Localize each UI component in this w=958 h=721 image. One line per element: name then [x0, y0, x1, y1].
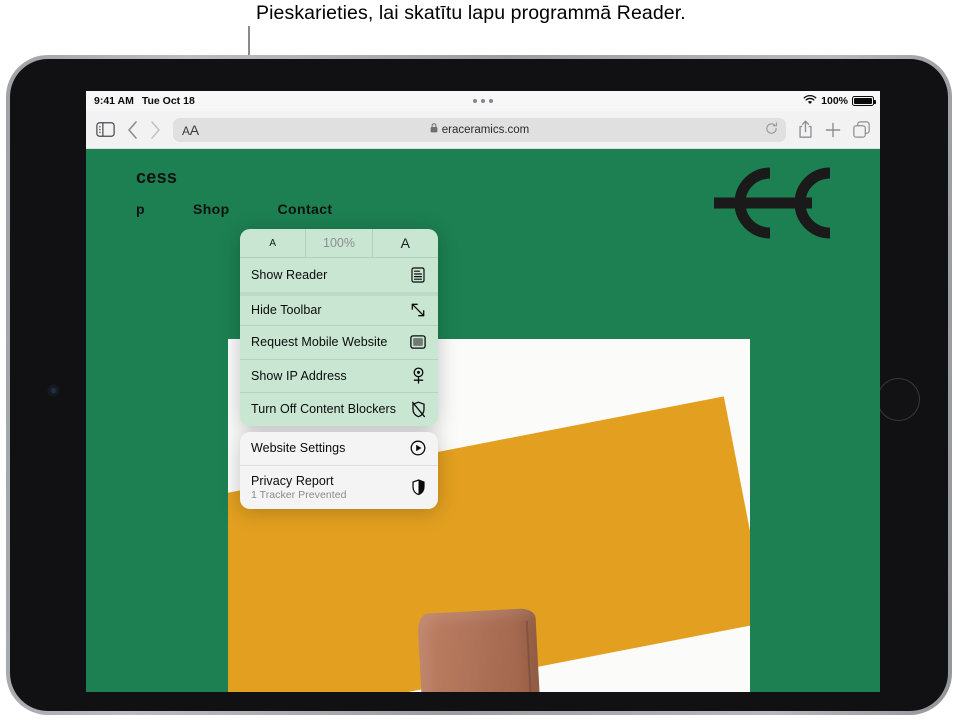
privacy-shield-icon	[409, 479, 427, 497]
status-bar-left: 9:41 AM Tue Oct 18	[94, 95, 195, 107]
web-page: cess p Shop Contact A 100% A Show Reader…	[86, 149, 880, 692]
content-blocker-off-icon	[409, 400, 427, 418]
zoom-increase-button[interactable]: A	[371, 229, 438, 257]
annotation-caption: Pieskarieties, lai skatītu lapu programm…	[256, 2, 686, 24]
zoom-controls-row: A 100% A	[240, 229, 438, 258]
reader-icon	[409, 266, 427, 284]
multitask-dots-icon[interactable]	[473, 99, 493, 103]
safari-toolbar: AA eraceramics.com	[86, 111, 880, 149]
url-bar[interactable]: AA eraceramics.com	[173, 117, 786, 142]
menu-item-label-block: Privacy Report 1 Tracker Prevented	[251, 474, 409, 501]
tabs-icon[interactable]	[853, 121, 870, 138]
status-date: Tue Oct 18	[141, 95, 195, 107]
url-text: eraceramics.com	[441, 123, 530, 136]
menu-item-show-ip-address[interactable]: Show IP Address	[240, 358, 438, 393]
wifi-icon	[803, 94, 817, 108]
page-header: cess p Shop Contact	[86, 149, 880, 259]
menu-item-website-settings[interactable]: Website Settings	[240, 432, 438, 466]
menu-item-label: Show Reader	[251, 267, 328, 282]
menu-item-privacy-report[interactable]: Privacy Report 1 Tracker Prevented	[240, 465, 438, 509]
url-display: eraceramics.com	[173, 123, 786, 136]
menu-item-show-reader[interactable]: Show Reader	[240, 258, 438, 292]
status-bar: 9:41 AM Tue Oct 18 100%	[86, 91, 880, 111]
website-settings-icon	[409, 439, 427, 457]
site-nav: p Shop Contact	[136, 201, 332, 217]
mobile-website-icon	[409, 333, 427, 351]
nav-item-contact[interactable]: Contact	[278, 201, 333, 217]
menu-item-label: Hide Toolbar	[251, 303, 322, 318]
privacy-report-subtitle: 1 Tracker Prevented	[251, 489, 347, 501]
menu-item-label: Website Settings	[251, 441, 346, 456]
chevron-right-icon[interactable]	[150, 120, 161, 139]
nav-item-partial[interactable]: p	[136, 201, 145, 217]
menu-item-hide-toolbar[interactable]: Hide Toolbar	[240, 291, 438, 326]
page-heading: cess	[136, 167, 178, 187]
ip-address-icon	[409, 367, 427, 385]
ipad-screen: 9:41 AM Tue Oct 18 100% AA eraceramics.c…	[86, 91, 880, 692]
aa-popover-menu: A 100% A Show Reader Hide Toolbar Reques…	[240, 229, 438, 509]
plus-icon[interactable]	[825, 122, 841, 138]
sidebar-icon[interactable]	[96, 122, 115, 137]
hide-toolbar-icon	[409, 301, 427, 319]
status-bar-right: 100%	[803, 94, 877, 108]
aa-menu-green-group: A 100% A Show Reader Hide Toolbar Reques…	[240, 229, 438, 426]
ipad-device: 9:41 AM Tue Oct 18 100% AA eraceramics.c…	[6, 55, 952, 715]
privacy-report-title: Privacy Report	[251, 474, 334, 488]
aa-button[interactable]: AA	[182, 122, 199, 138]
home-button[interactable]	[877, 378, 920, 421]
ipad-bezel: 9:41 AM Tue Oct 18 100% AA eraceramics.c…	[10, 59, 948, 711]
reload-icon[interactable]	[765, 121, 778, 138]
menu-item-label: Request Mobile Website	[251, 335, 388, 350]
zoom-percent-label[interactable]: 100%	[305, 229, 371, 257]
lock-icon	[430, 123, 438, 136]
status-time: 9:41 AM	[94, 95, 134, 107]
menu-item-turn-off-content-blockers[interactable]: Turn Off Content Blockers	[240, 392, 438, 426]
battery-percent: 100%	[821, 95, 848, 107]
menu-item-label: Turn Off Content Blockers	[251, 402, 397, 417]
nav-item-shop[interactable]: Shop	[193, 201, 230, 217]
menu-item-label: Show IP Address	[251, 368, 347, 383]
aa-menu-grey-group: Website Settings Privacy Report 1 Tracke…	[240, 431, 438, 509]
chevron-left-icon[interactable]	[127, 120, 138, 139]
share-icon[interactable]	[798, 120, 813, 139]
screenshot-root: Pieskarieties, lai skatītu lapu programm…	[0, 0, 958, 721]
zoom-decrease-button[interactable]: A	[240, 229, 305, 257]
battery-full-icon	[852, 96, 877, 106]
clay-block	[417, 607, 541, 692]
front-camera-icon	[49, 386, 58, 395]
ec-monogram-logo	[700, 163, 850, 243]
menu-item-request-mobile-website[interactable]: Request Mobile Website	[240, 325, 438, 359]
